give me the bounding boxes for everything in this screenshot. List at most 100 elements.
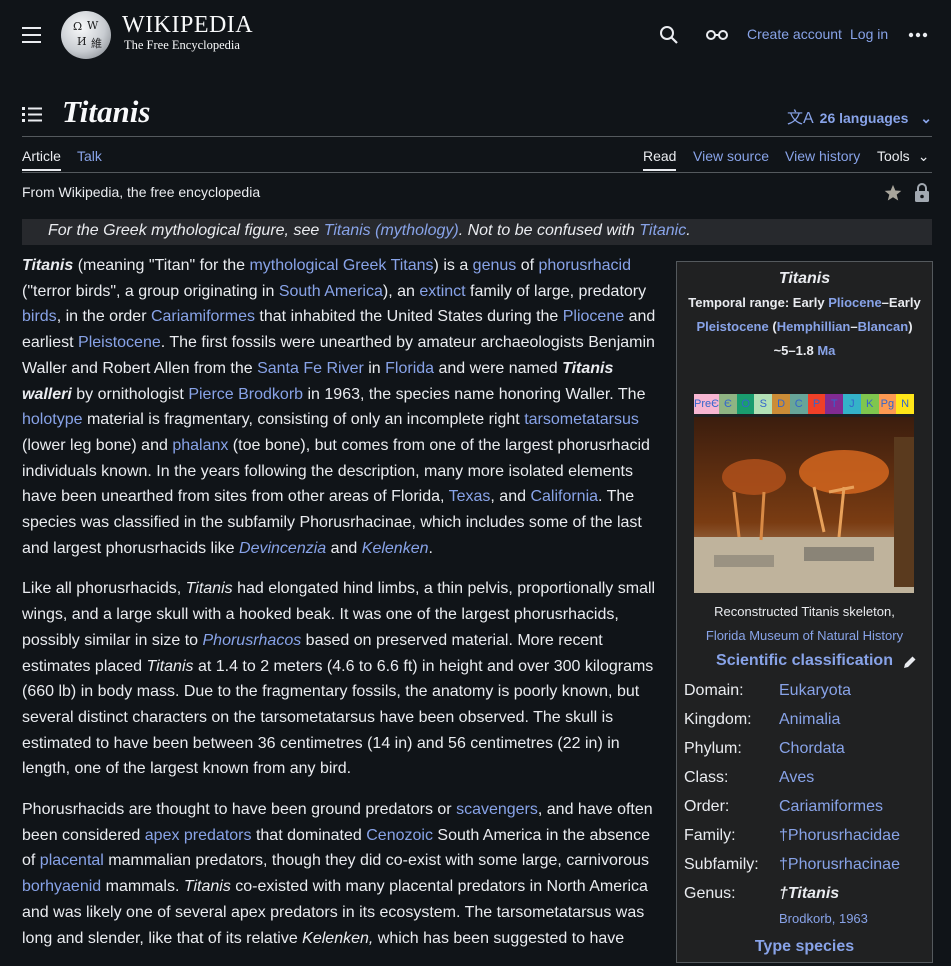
taxon-link[interactable]: Eukaryota bbox=[779, 682, 851, 700]
create-account-link[interactable]: Create account bbox=[747, 26, 842, 42]
search-icon[interactable] bbox=[659, 25, 679, 45]
text: , and bbox=[490, 488, 531, 506]
star-icon[interactable] bbox=[884, 184, 902, 202]
link[interactable]: Santa Fe River bbox=[257, 360, 364, 377]
link[interactable]: birds bbox=[22, 308, 57, 325]
taxon-rank: Phylum: bbox=[684, 740, 742, 757]
link[interactable]: Cenozoic bbox=[366, 827, 433, 844]
text: , in the order bbox=[56, 308, 151, 326]
timescale-period[interactable]: K bbox=[860, 394, 879, 414]
link[interactable]: Florida bbox=[385, 360, 434, 377]
text: Like all phorusrhacids, bbox=[22, 580, 186, 598]
link[interactable]: Blancan bbox=[858, 319, 909, 334]
link[interactable]: placental bbox=[40, 852, 104, 869]
tab-tools[interactable]: Tools ⌄ bbox=[877, 148, 929, 165]
link[interactable]: Texas bbox=[449, 488, 491, 505]
link[interactable]: Pleistocene bbox=[78, 334, 161, 351]
link[interactable]: genus bbox=[473, 257, 517, 274]
link[interactable]: apex predators bbox=[145, 827, 252, 844]
link[interactable]: phorusrhacid bbox=[539, 257, 632, 274]
text: at 1.4 to 2 meters (4.6 to 6.6 ft) in he… bbox=[22, 657, 654, 778]
timescale-period[interactable]: N bbox=[896, 394, 914, 414]
timescale-period[interactable]: Pg bbox=[878, 394, 897, 414]
pencil-icon[interactable] bbox=[903, 655, 917, 669]
scientific-classification-header[interactable]: Scientific classification bbox=[677, 652, 932, 670]
toc-icon[interactable] bbox=[22, 106, 42, 122]
timescale-period[interactable]: C bbox=[789, 394, 808, 414]
text: (meaning "Titan" for the bbox=[73, 257, 250, 274]
site-tagline: From Wikipedia, the free encyclopedia bbox=[22, 184, 261, 200]
link[interactable]: Phorusrhacos bbox=[203, 632, 302, 649]
link[interactable]: Hemphillian bbox=[777, 319, 851, 334]
text: in 1963, the species name honoring Walle… bbox=[303, 385, 646, 403]
wordmark[interactable]: WIKIPEDIA bbox=[122, 12, 253, 39]
timescale-period[interactable]: J bbox=[843, 394, 861, 414]
link[interactable]: Devincenzia bbox=[239, 540, 326, 557]
link[interactable]: Cariamiformes bbox=[151, 308, 255, 325]
paragraph-2: Like all phorusrhacids, Titanis had elon… bbox=[22, 576, 662, 782]
page-title: Titanis bbox=[62, 94, 151, 129]
brodkorb-link[interactable]: Brodkorb bbox=[779, 911, 832, 926]
taxon-link[interactable]: Animalia bbox=[779, 711, 840, 729]
paragraph-3: Phorusrhacids are thought to have been g… bbox=[22, 797, 662, 951]
more-icon[interactable] bbox=[908, 32, 928, 38]
link[interactable]: Pliocene bbox=[563, 308, 624, 325]
link[interactable]: Pleistocene bbox=[696, 319, 768, 334]
log-in-link[interactable]: Log in bbox=[850, 26, 888, 42]
taxon-rank: Kingdom: bbox=[684, 711, 752, 728]
link[interactable]: borhyaenid bbox=[22, 878, 101, 895]
link[interactable]: Pierce Brodkorb bbox=[188, 386, 303, 403]
link[interactable]: California bbox=[530, 488, 598, 505]
genus-name: †Titanis bbox=[779, 885, 840, 902]
taxon-link[interactable]: Cariamiformes bbox=[779, 798, 883, 816]
titanic-link[interactable]: Titanic bbox=[639, 222, 686, 239]
link[interactable]: Ma bbox=[817, 343, 835, 358]
text: family of large, predatory bbox=[465, 282, 647, 300]
text: ) is a bbox=[433, 257, 473, 274]
link[interactable]: holotype bbox=[22, 411, 83, 428]
timescale-period[interactable]: T bbox=[825, 394, 844, 414]
link[interactable]: phalanx bbox=[172, 437, 228, 454]
link[interactable]: Pliocene bbox=[828, 295, 881, 310]
link[interactable]: South America bbox=[279, 283, 383, 300]
type-species-header: Type species bbox=[754, 938, 855, 955]
titanis-mythology-link[interactable]: Titanis (mythology) bbox=[324, 222, 459, 239]
geologic-timescale: PreЄ Є O S D C P T J K Pg N bbox=[694, 394, 914, 414]
timescale-period[interactable]: Є bbox=[719, 394, 737, 414]
taxon-link[interactable]: Aves bbox=[779, 769, 814, 787]
text: Temporal range: Early bbox=[688, 295, 829, 310]
language-count: 26 languages bbox=[819, 110, 909, 126]
link[interactable]: scavengers bbox=[456, 801, 538, 818]
year-link[interactable]: , 1963 bbox=[832, 911, 868, 926]
tab-article[interactable]: Article bbox=[22, 148, 61, 171]
text: Kelenken, bbox=[302, 929, 374, 947]
text: ( bbox=[768, 319, 777, 334]
tab-view-history[interactable]: View history bbox=[785, 148, 860, 164]
timescale-period[interactable]: S bbox=[754, 394, 773, 414]
taxon-link[interactable]: Chordata bbox=[779, 740, 845, 758]
wikipedia-globe-logo[interactable]: ΩWИ維 bbox=[61, 11, 111, 59]
taxon-link[interactable]: †Phorusrhacidae bbox=[779, 827, 900, 845]
menu-icon[interactable] bbox=[22, 27, 41, 43]
timescale-period[interactable]: PreЄ bbox=[694, 394, 720, 414]
text: mammals. bbox=[101, 878, 184, 896]
florida-museum-link[interactable]: Florida Museum of Natural History bbox=[706, 628, 903, 643]
link[interactable]: Kelenken bbox=[362, 540, 429, 557]
text: (lower leg bone) and bbox=[22, 436, 173, 454]
timescale-period[interactable]: D bbox=[772, 394, 790, 414]
tab-view-source[interactable]: View source bbox=[693, 148, 769, 164]
infobox-title: Titanis bbox=[778, 270, 831, 287]
link[interactable]: mythological Greek Titans bbox=[249, 257, 433, 274]
link[interactable]: extinct bbox=[419, 283, 465, 300]
timescale-period[interactable]: O bbox=[736, 394, 755, 414]
timescale-period[interactable]: P bbox=[807, 394, 826, 414]
tab-talk[interactable]: Talk bbox=[77, 148, 102, 164]
temporal-range: Temporal range: Early Pliocene–Early Ple… bbox=[677, 291, 932, 363]
hatnote-text: For the Greek mythological figure, see bbox=[48, 222, 324, 239]
skeleton-photo[interactable] bbox=[694, 417, 914, 593]
taxon-link[interactable]: †Phorusrhacinae bbox=[779, 856, 900, 874]
glasses-icon[interactable] bbox=[706, 29, 728, 41]
link[interactable]: tarsometatarsus bbox=[524, 411, 639, 428]
tab-read[interactable]: Read bbox=[643, 148, 677, 171]
language-selector[interactable]: 文A 26 languages ⌄ bbox=[787, 104, 932, 128]
